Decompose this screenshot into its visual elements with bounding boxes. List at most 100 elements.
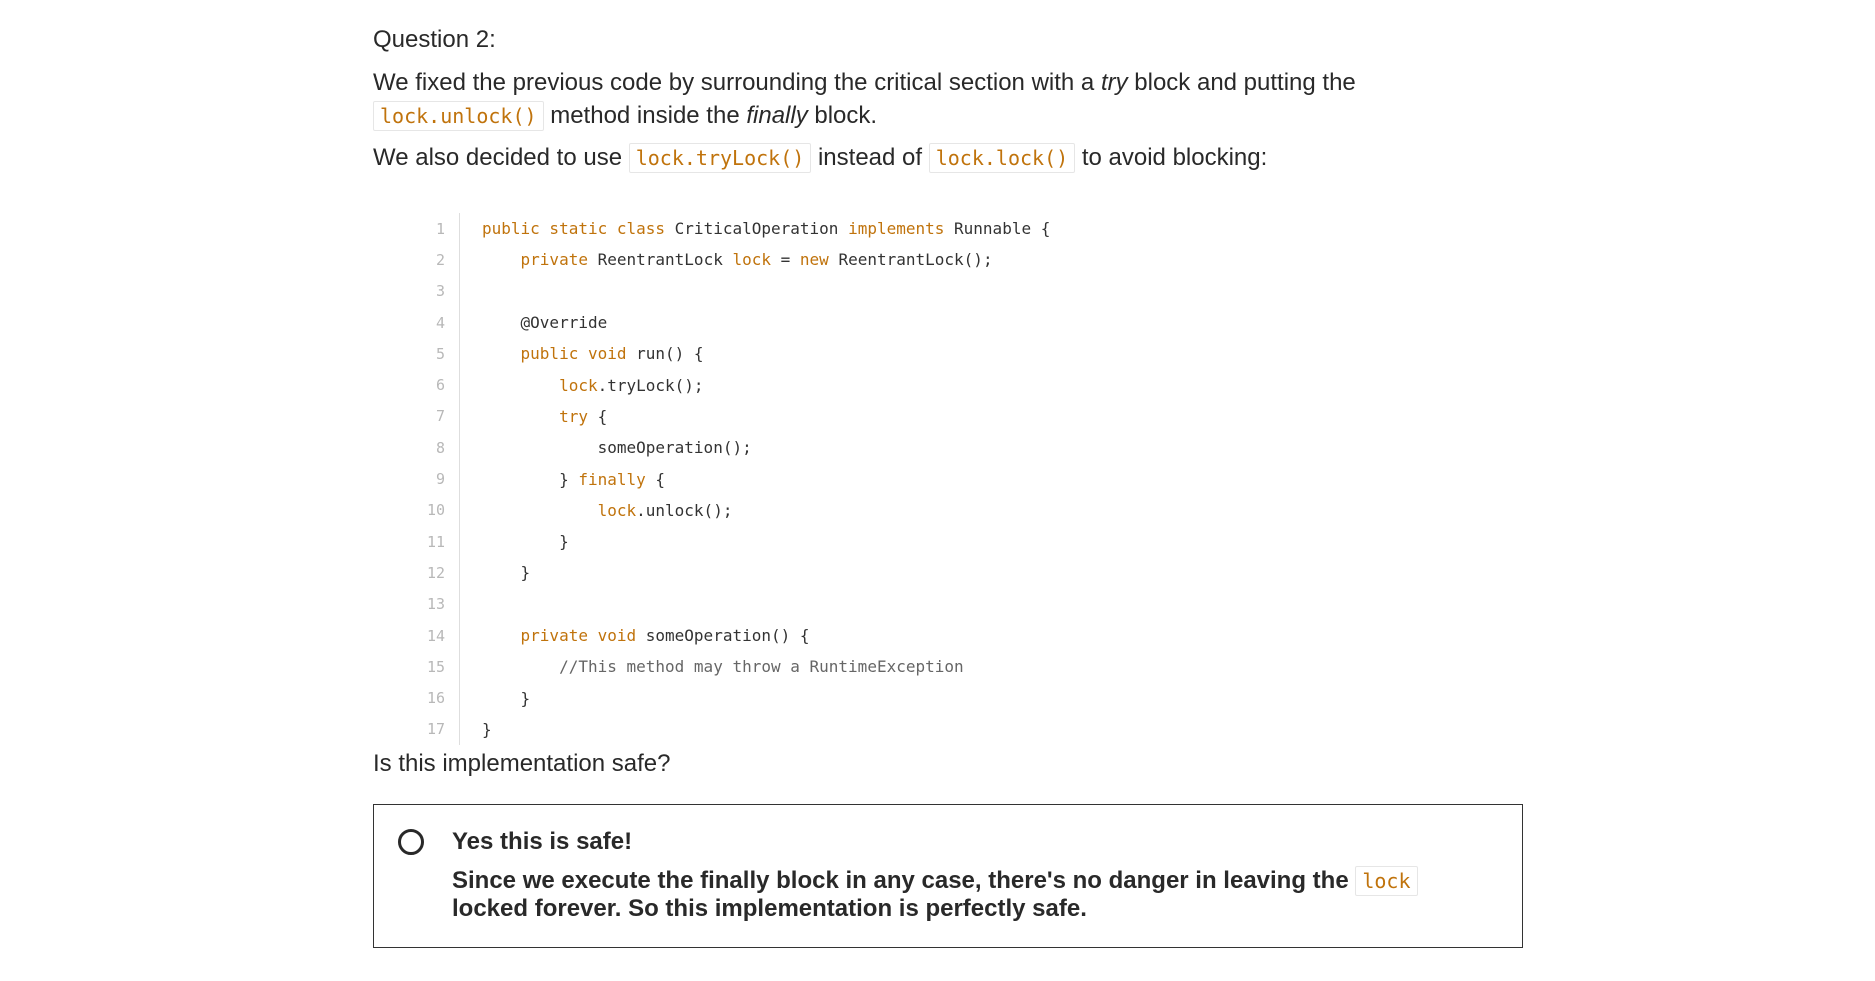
- code-text: someOperation() {: [636, 626, 810, 645]
- code-line: 12 }: [409, 557, 1525, 589]
- option-description: Since we execute the finally block in an…: [452, 866, 1488, 923]
- code-keyword: public void: [520, 344, 627, 364]
- code-keyword: public static class: [482, 219, 666, 239]
- line-number: 9: [409, 463, 460, 495]
- question-paragraph-1: We fixed the previous code by surroundin…: [373, 66, 1525, 133]
- code-line: 5 public void run() {: [409, 338, 1525, 370]
- line-content: private ReentrantLock lock = new Reentra…: [460, 250, 993, 269]
- line-number: 4: [409, 306, 460, 339]
- line-number: 12: [409, 557, 460, 589]
- line-content: lock.tryLock();: [460, 376, 704, 395]
- text-segment: block and putting the: [1127, 69, 1356, 96]
- line-number: 3: [409, 275, 460, 307]
- line-content: lock.unlock();: [460, 500, 733, 520]
- code-keyword: lock: [597, 500, 637, 520]
- code-line: 2 private ReentrantLock lock = new Reent…: [409, 244, 1525, 276]
- code-keyword: lock: [559, 375, 598, 395]
- line-number: 8: [409, 432, 460, 464]
- code-line: 8 someOperation();: [409, 432, 1525, 464]
- code-block: 1 public static class CriticalOperation i…: [409, 213, 1525, 746]
- line-content: //This method may throw a RuntimeExcepti…: [460, 657, 964, 676]
- code-line: 6 lock.tryLock();: [409, 369, 1525, 401]
- code-text: {: [645, 469, 666, 489]
- line-content: private void someOperation() {: [460, 626, 810, 645]
- line-number: 7: [409, 400, 460, 433]
- code-line: 13: [409, 588, 1525, 620]
- code-line: 4 @Override: [409, 306, 1525, 339]
- line-content: public static class CriticalOperation im…: [460, 219, 1050, 238]
- code-text: }: [482, 688, 531, 708]
- question-title: Question 2:: [373, 26, 496, 53]
- emphasis-try: try: [1100, 69, 1128, 96]
- line-number: 6: [409, 369, 460, 401]
- code-text: .tryLock();: [597, 375, 704, 395]
- code-keyword: private: [520, 250, 588, 270]
- code-line: 15 //This method may throw a RuntimeExce…: [409, 651, 1525, 683]
- code-text: @Override: [482, 313, 608, 333]
- line-content: }: [460, 532, 569, 551]
- inline-code-trylock: lock.tryLock(): [628, 143, 812, 173]
- code-line: 1 public static class CriticalOperation i…: [409, 213, 1525, 245]
- radio-button[interactable]: [398, 829, 424, 856]
- line-number: 14: [409, 619, 460, 652]
- text-segment: method inside the: [543, 102, 747, 129]
- inline-code-lock: lock: [1355, 866, 1418, 897]
- code-text: CriticalOperation: [665, 219, 849, 239]
- line-number: 5: [409, 338, 460, 370]
- text-segment: locked forever. So this implementation i…: [452, 895, 1087, 923]
- line-number: 2: [409, 244, 460, 276]
- line-number: 11: [409, 525, 460, 558]
- text-segment: Since we execute the finally block in an…: [452, 867, 1356, 895]
- code-text: }: [482, 563, 531, 583]
- code-text: =: [771, 250, 800, 270]
- inline-code-lock: lock.lock(): [928, 143, 1076, 173]
- line-number: 1: [409, 213, 460, 245]
- code-text: }: [482, 532, 569, 552]
- code-line: 16 }: [409, 682, 1525, 714]
- answer-option-yes-safe[interactable]: Yes this is safe! Since we execute the f…: [373, 804, 1523, 949]
- question-content: Question 2: We fixed the previous code b…: [373, 22, 1525, 949]
- line-content: }: [460, 563, 531, 583]
- line-content: @Override: [460, 313, 608, 333]
- code-text: ReentrantLock: [587, 250, 733, 270]
- line-content: someOperation();: [460, 438, 752, 457]
- code-keyword: try: [559, 406, 588, 426]
- code-line: 17}: [409, 713, 1525, 746]
- line-content: }: [460, 688, 531, 708]
- code-text: ReentrantLock();: [828, 250, 993, 270]
- inline-code-unlock: lock.unlock(): [373, 101, 544, 131]
- code-text: .unlock();: [636, 500, 733, 520]
- code-text: run() {: [626, 344, 704, 364]
- line-number: 16: [409, 682, 460, 714]
- line-content: }: [460, 720, 492, 739]
- code-line: 14 private void someOperation() {: [409, 619, 1525, 652]
- text-segment: We fixed the previous code by surroundin…: [373, 69, 1101, 96]
- text-segment: We also decided to use: [373, 144, 629, 171]
- option-title: Yes this is safe!: [452, 828, 633, 856]
- code-keyword: lock: [732, 250, 771, 270]
- code-line: 9 } finally {: [409, 463, 1525, 495]
- question-paragraph-2: We also decided to use lock.tryLock() in…: [373, 141, 1525, 175]
- code-keyword: new: [799, 250, 829, 270]
- code-line: 7 try {: [409, 400, 1525, 433]
- line-number: 15: [409, 651, 460, 683]
- line-content: } finally {: [460, 470, 665, 489]
- text-segment: instead of: [811, 144, 929, 171]
- code-text: Runnable {: [944, 219, 1051, 239]
- text-segment: to avoid blocking:: [1075, 144, 1268, 171]
- code-line: 11 }: [409, 525, 1525, 558]
- code-text: }: [482, 719, 492, 739]
- line-content: public void run() {: [460, 344, 704, 363]
- line-number: 17: [409, 713, 460, 746]
- code-line: 10 lock.unlock();: [409, 494, 1525, 526]
- code-keyword: finally: [578, 469, 646, 489]
- line-number: 10: [409, 494, 460, 526]
- line-content: try {: [460, 407, 607, 426]
- code-text: {: [587, 406, 608, 426]
